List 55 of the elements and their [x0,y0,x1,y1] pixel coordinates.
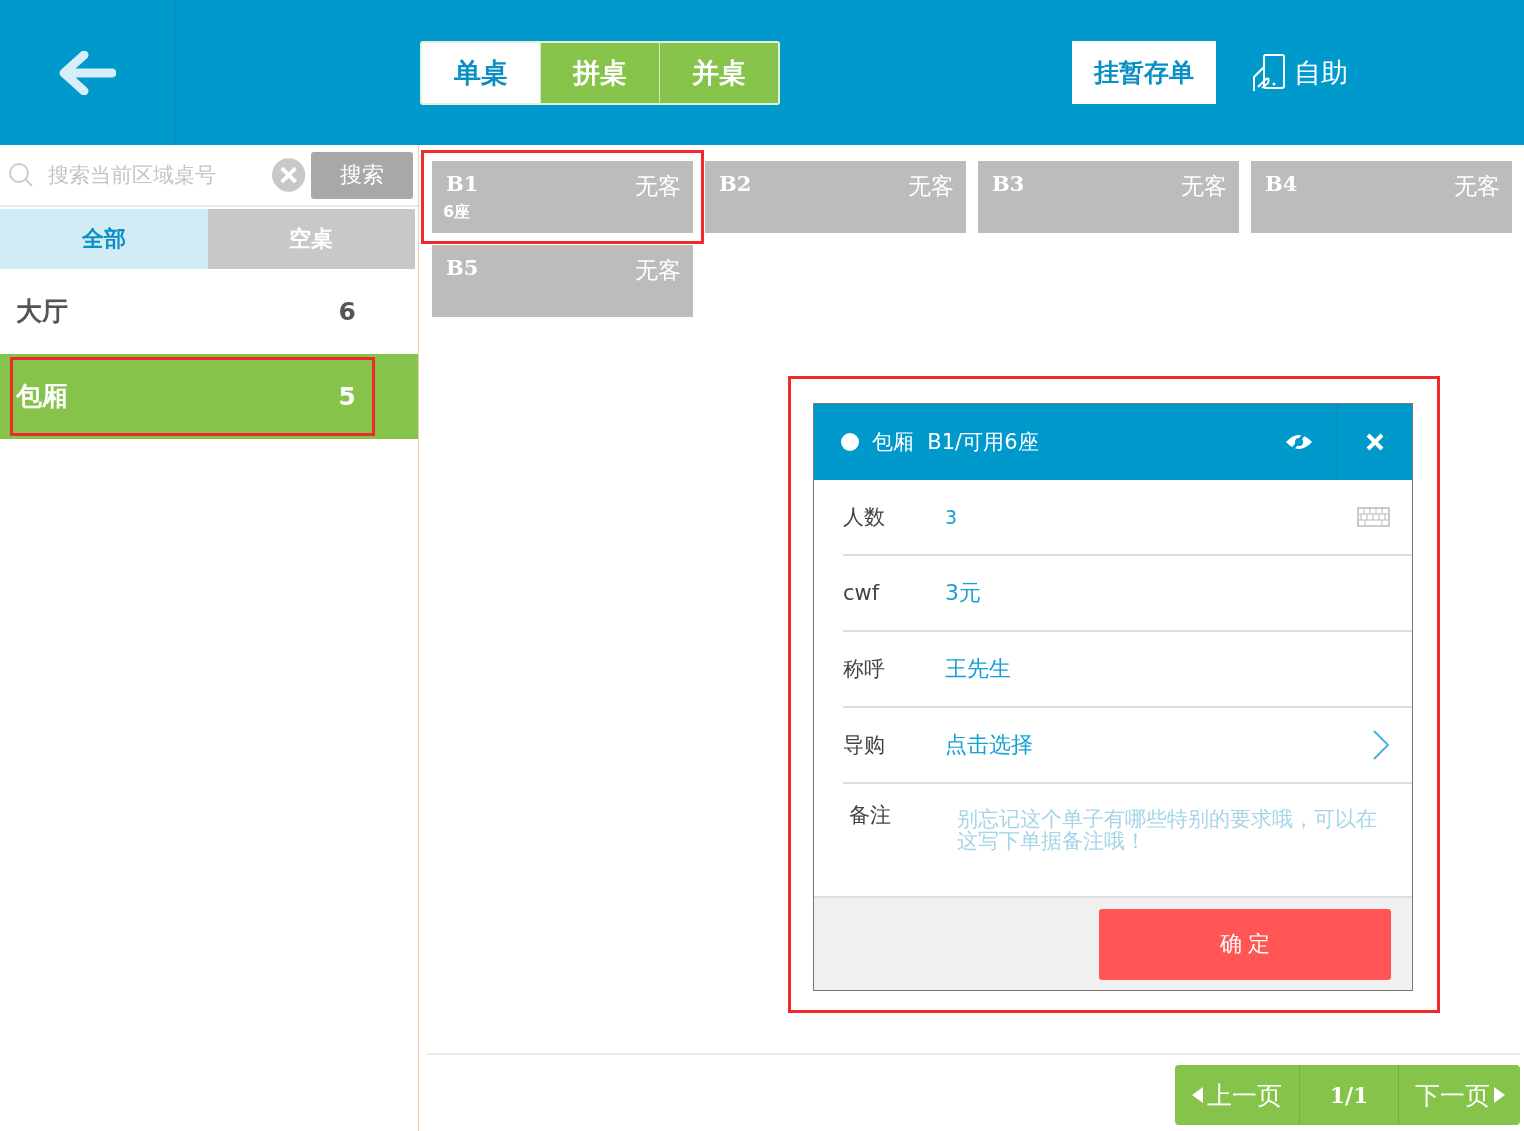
field-label: 备注 [849,804,892,826]
hold-order-button[interactable]: 挂暂存单 [1072,41,1216,104]
area-name: 包厢 [16,380,68,413]
mode-tab[interactable]: 并桌 [659,42,778,103]
table-card[interactable]: B4 无客 [1251,161,1512,233]
mode-tab[interactable]: 拼桌 [540,42,659,103]
field-label: 导购 [843,732,886,759]
salesperson-select[interactable]: 点击选择 [945,730,1372,760]
field-label: cwf [843,581,881,605]
keyboard-icon[interactable] [1357,507,1390,527]
caret-right-icon [1493,1087,1505,1103]
page-indicator: 1/1 [1299,1065,1398,1125]
area-item[interactable]: 大厅 6 [0,269,418,354]
table-name: B3 [992,171,1025,198]
table-name: B2 [719,171,752,198]
table-count: 5 [338,382,356,411]
table-status: 无客 [1454,172,1500,201]
table-status: 无客 [635,256,681,285]
table-card[interactable]: B1 无客 6座 [432,161,693,233]
caret-left-icon [1192,1087,1203,1103]
search-button[interactable]: 搜索 [310,151,413,199]
table-card[interactable]: B3 无客 [978,161,1239,233]
table-status: 无客 [908,172,954,201]
field-value[interactable]: 3元 [945,578,1390,608]
phone-in-hand-icon[interactable] [1252,52,1286,93]
status-dot [841,433,859,451]
search-icon [8,162,34,188]
field-value[interactable]: 3 [945,506,1357,528]
seat-count: 6座 [443,202,471,223]
area-item[interactable]: 包厢 5 [0,354,418,439]
table-count: 6 [338,297,356,326]
field-label: 称呼 [843,656,886,683]
area-name: 大厅 [16,295,68,328]
filter-tab[interactable]: 全部 [0,209,208,269]
table-status: 无客 [635,172,681,201]
field-label: 人数 [843,504,886,531]
table-status: 无客 [1181,172,1227,201]
table-name: B5 [446,255,479,282]
confirm-button[interactable]: 确 定 [1099,908,1391,980]
table-card[interactable]: B2 无客 [705,161,966,233]
previous-page-button[interactable]: 上一页 [1175,1065,1299,1125]
note-field[interactable]: 别忘记这个单子有哪些特别的要求哦，可以在这写下单据备注哦！ [951,804,1383,874]
table-card[interactable]: B5 无客 [432,245,693,317]
self-service-link[interactable]: 自助 [1294,54,1348,91]
back-arrow-icon[interactable] [58,50,116,95]
dialog-title: 包厢 B1/可用6座 [872,429,1040,456]
search-field[interactable]: 搜索当前区域桌号 [0,162,263,188]
table-name: B1 [446,171,479,198]
field-value[interactable]: 王先生 [945,654,1390,684]
table-name: B4 [1265,171,1298,198]
clear-icon[interactable] [270,157,306,193]
close-icon[interactable] [1365,432,1385,452]
next-page-button[interactable]: 下一页 [1398,1065,1520,1125]
chevron-right-icon[interactable] [1372,729,1390,761]
eye-slash-icon[interactable] [1284,432,1314,452]
